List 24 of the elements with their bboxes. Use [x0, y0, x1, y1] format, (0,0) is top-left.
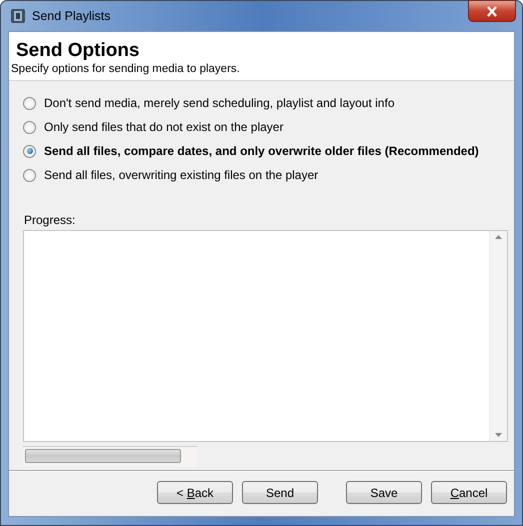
radio-button[interactable]: [23, 120, 36, 134]
page-title: Send Options: [16, 40, 140, 62]
dialog-button[interactable]: Save: [346, 481, 422, 504]
vertical-scrollbar[interactable]: [489, 231, 507, 441]
scroll-up-icon[interactable]: [495, 235, 502, 239]
option-label[interactable]: Don't send media, merely send scheduling, playlist and layout info: [44, 96, 394, 110]
scroll-thumb[interactable]: [25, 449, 181, 463]
dialog-button[interactable]: Cancel: [431, 481, 507, 504]
page-subtitle: Specify options for sending media to players.: [11, 63, 241, 75]
option-label[interactable]: Only send files that do not exist on the player: [44, 120, 284, 134]
option-label[interactable]: Send all files, overwriting existing files on the player: [44, 168, 318, 182]
radio-button[interactable]: [23, 144, 36, 158]
progress-label: Progress:: [24, 213, 76, 227]
dialog-button[interactable]: Send: [242, 481, 318, 504]
horizontal-scrollbar[interactable]: [23, 446, 197, 466]
scroll-down-icon[interactable]: [495, 433, 502, 437]
window-title: Send Playlists: [32, 9, 112, 23]
radio-button[interactable]: [23, 168, 36, 182]
close-button[interactable]: [468, 0, 516, 22]
app-icon: [10, 8, 26, 24]
dialog-button[interactable]: < Back: [157, 481, 233, 504]
close-icon: [486, 6, 498, 16]
option-label[interactable]: Send all files, compare dates, and only overwrite older files (Recommended): [44, 144, 479, 158]
radio-button[interactable]: [23, 96, 36, 110]
